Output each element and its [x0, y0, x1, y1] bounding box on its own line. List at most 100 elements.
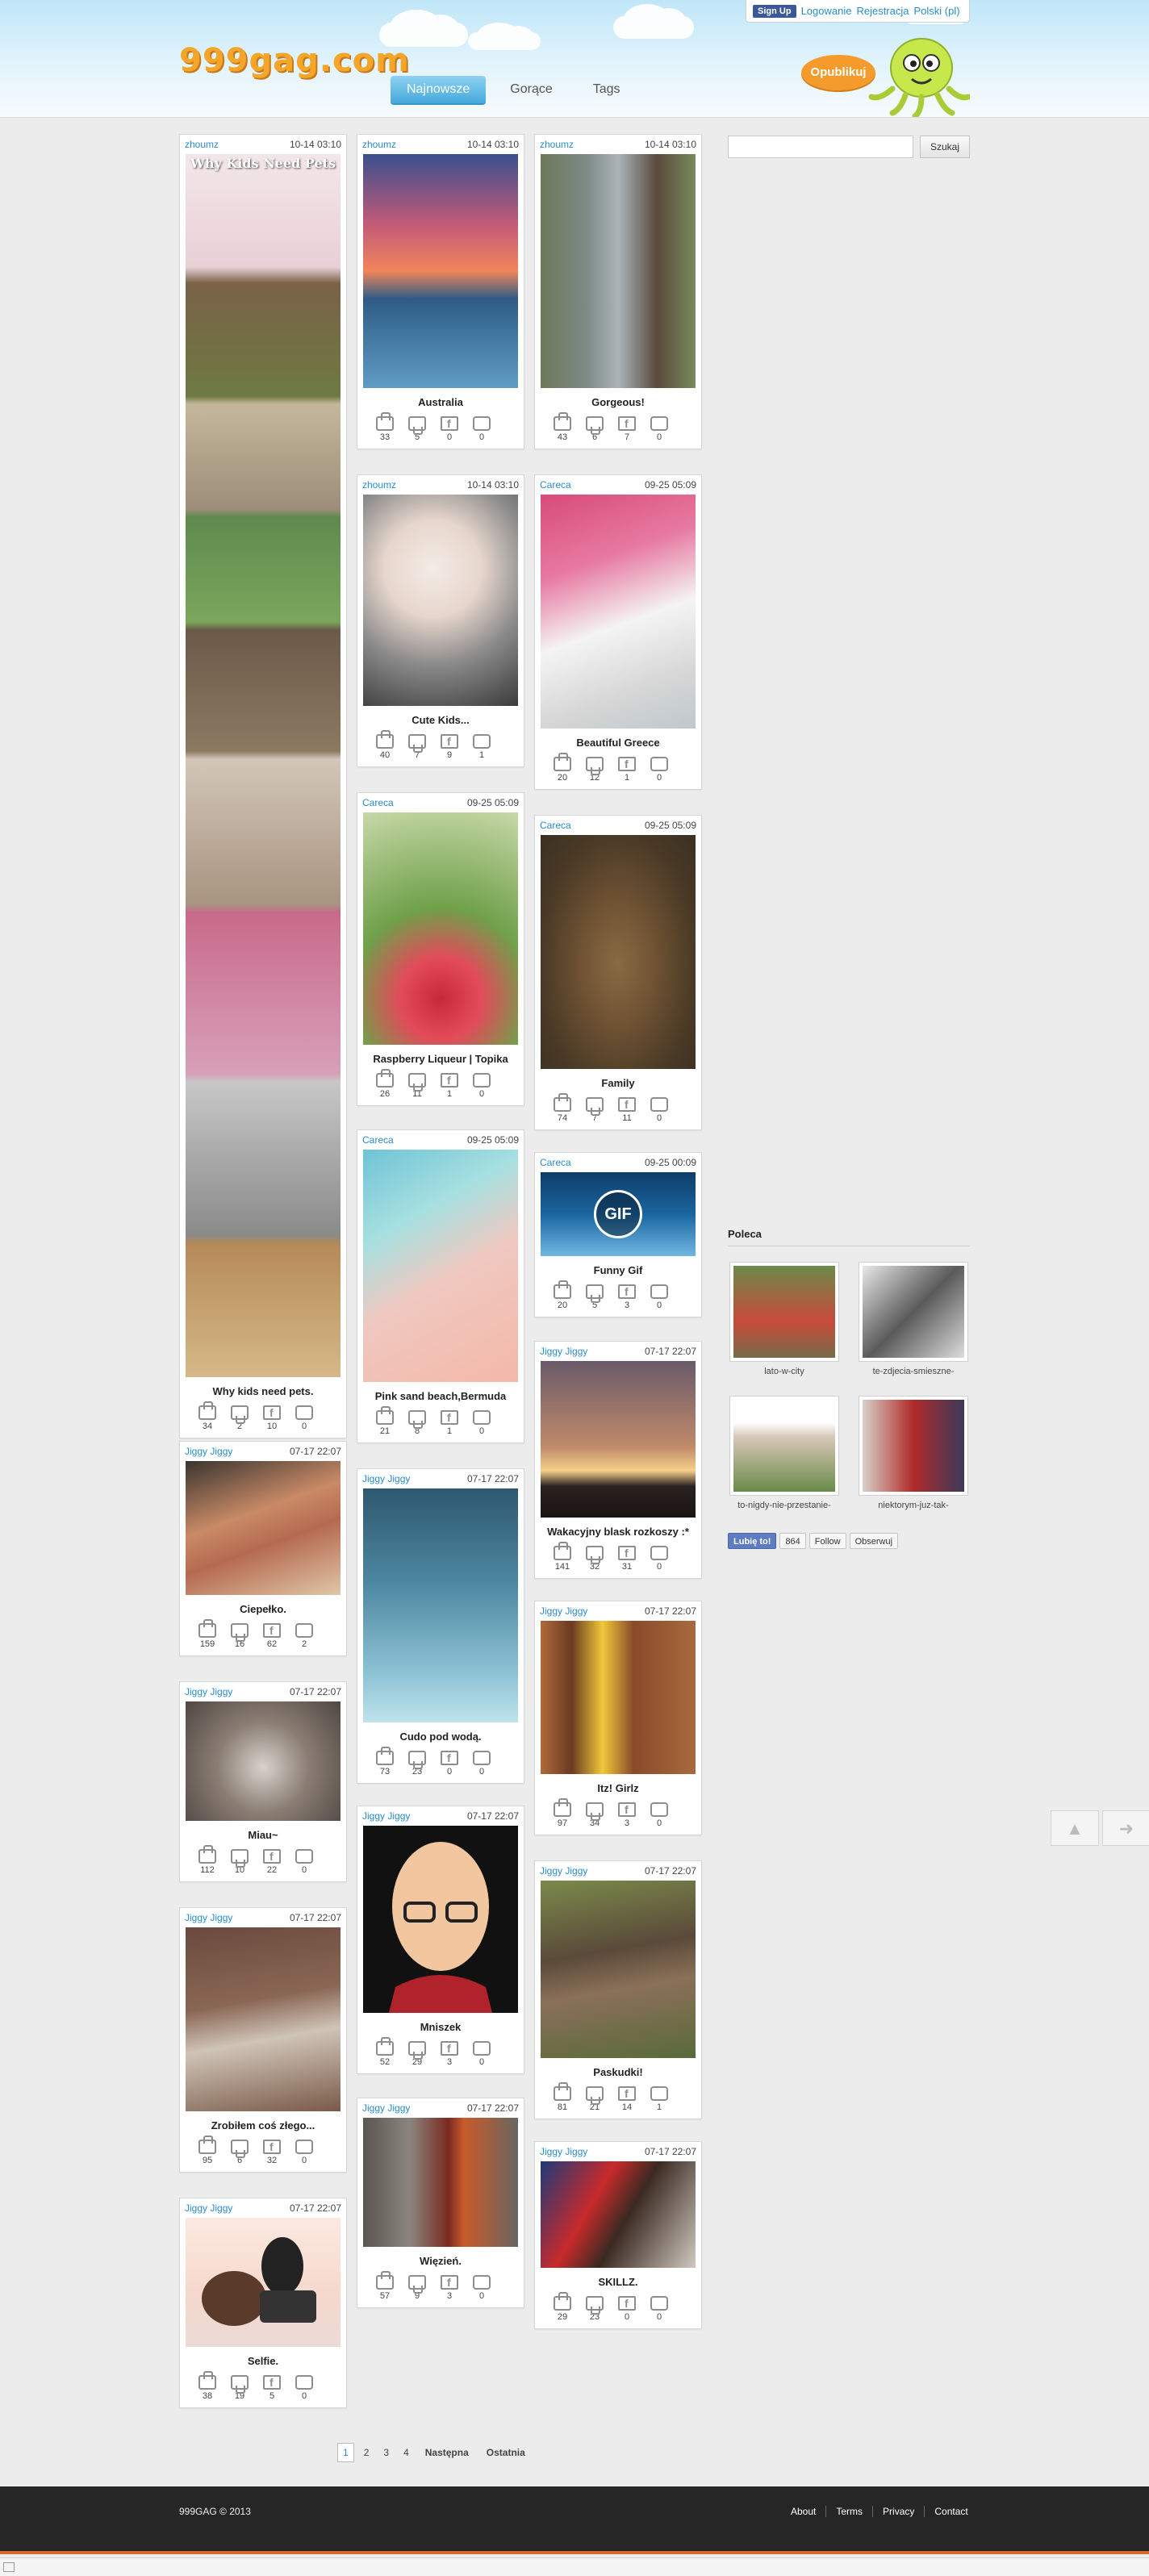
facebook-share[interactable]: 10 — [256, 1405, 288, 1431]
downvote[interactable]: 23 — [579, 2296, 611, 2322]
downvote[interactable]: 32 — [579, 1546, 611, 1572]
upvote[interactable]: 29 — [546, 2292, 579, 2322]
upvote[interactable]: 81 — [546, 2082, 579, 2112]
post-author[interactable]: Careca — [362, 797, 394, 808]
facebook-like-button[interactable]: Lubię to! — [728, 1533, 777, 1549]
upvote[interactable]: 21 — [369, 1406, 401, 1436]
post-image[interactable]: GIF — [541, 1172, 696, 1256]
post-author[interactable]: Jiggy Jiggy — [362, 2102, 410, 2114]
facebook-share[interactable]: 3 — [611, 1802, 643, 1828]
facebook-share[interactable]: 11 — [611, 1097, 643, 1123]
next-page-link[interactable]: Następna — [419, 2444, 475, 2461]
post-title[interactable]: Mniszek — [357, 2013, 524, 2040]
post-image[interactable] — [363, 2118, 518, 2247]
post-image[interactable] — [186, 1701, 341, 1821]
post-author[interactable]: zhoumz — [185, 139, 219, 150]
facebook-signup-button[interactable]: Sign Up — [753, 4, 796, 18]
post-title[interactable]: Why kids need pets. — [180, 1377, 346, 1404]
comments[interactable]: 0 — [288, 2140, 320, 2165]
upvote[interactable]: 52 — [369, 2037, 401, 2067]
comments[interactable]: 0 — [288, 2375, 320, 2401]
comments[interactable]: 0 — [288, 1405, 320, 1431]
post-author[interactable]: Jiggy Jiggy — [362, 1810, 410, 1822]
post-image[interactable] — [363, 1488, 518, 1722]
post-author[interactable]: zhoumz — [540, 139, 574, 150]
post-title[interactable]: Paskudki! — [535, 2058, 701, 2085]
upvote[interactable]: 57 — [369, 2271, 401, 2301]
downvote[interactable]: 9 — [401, 2275, 433, 2301]
post-image[interactable] — [363, 495, 518, 706]
upvote[interactable]: 38 — [191, 2371, 224, 2401]
post-image[interactable] — [541, 1621, 696, 1774]
downvote[interactable]: 5 — [579, 1284, 611, 1310]
footer-about-link[interactable]: About — [781, 2506, 825, 2517]
upvote[interactable]: 43 — [546, 412, 579, 442]
footer-privacy-link[interactable]: Privacy — [872, 2506, 924, 2517]
downvote[interactable]: 5 — [401, 416, 433, 442]
post-title[interactable]: Itz! Girlz — [535, 1774, 701, 1801]
google-plus-follow-button[interactable]: Obserwuj — [849, 1533, 899, 1549]
facebook-share[interactable]: 3 — [611, 1284, 643, 1310]
tab-hot[interactable]: Gorące — [494, 76, 568, 103]
post-image[interactable] — [186, 1461, 341, 1595]
comments[interactable]: 0 — [643, 1097, 675, 1123]
upvote[interactable]: 112 — [191, 1845, 224, 1875]
post-image[interactable] — [541, 495, 696, 729]
comments[interactable]: 0 — [643, 416, 675, 442]
post-image[interactable] — [363, 1150, 518, 1382]
comments[interactable]: 0 — [643, 1546, 675, 1572]
facebook-share[interactable]: 3 — [433, 2275, 466, 2301]
downvote[interactable]: 29 — [401, 2041, 433, 2067]
post-title[interactable]: Pink sand beach,Bermuda — [357, 1382, 524, 1409]
post-author[interactable]: Jiggy Jiggy — [185, 1912, 232, 1923]
downvote[interactable]: 12 — [579, 757, 611, 783]
upvote[interactable]: 74 — [546, 1093, 579, 1123]
post-author[interactable]: Careca — [540, 479, 571, 491]
downvote[interactable]: 7 — [401, 734, 433, 760]
post-author[interactable]: Jiggy Jiggy — [540, 1865, 587, 1877]
post-author[interactable]: Careca — [540, 1157, 571, 1168]
footer-terms-link[interactable]: Terms — [825, 2506, 872, 2517]
post-image[interactable] — [541, 835, 696, 1069]
twitter-follow-button[interactable]: Follow — [808, 1533, 846, 1549]
post-title[interactable]: Wakacyjny blask rozkoszy :* — [535, 1518, 701, 1544]
comments[interactable]: 0 — [288, 1849, 320, 1875]
search-button[interactable]: Szukaj — [920, 136, 970, 158]
recommended-item[interactable]: to-nigdy-nie-przestanie- — [729, 1396, 839, 1510]
downvote[interactable]: 10 — [224, 1849, 256, 1875]
post-author[interactable]: Jiggy Jiggy — [185, 1686, 232, 1697]
post-title[interactable]: Beautiful Greece — [535, 729, 701, 755]
post-image[interactable] — [363, 812, 518, 1045]
downvote[interactable]: 6 — [579, 416, 611, 442]
post-title[interactable]: Zrobiłem coś złego... — [180, 2111, 346, 2138]
language-link[interactable]: Polski (pl) — [913, 5, 959, 17]
facebook-share[interactable]: 14 — [611, 2086, 643, 2112]
comments[interactable]: 0 — [466, 1410, 498, 1436]
post-title[interactable]: Family — [535, 1069, 701, 1096]
upvote[interactable]: 34 — [191, 1401, 224, 1431]
post-author[interactable]: Jiggy Jiggy — [185, 1446, 232, 1457]
upvote[interactable]: 40 — [369, 730, 401, 760]
site-logo[interactable]: 999gag.com — [179, 42, 410, 79]
tab-newest[interactable]: Najnowsze — [391, 76, 487, 103]
upvote[interactable]: 73 — [369, 1747, 401, 1776]
post-author[interactable]: Jiggy Jiggy — [540, 1605, 587, 1617]
upvote[interactable]: 159 — [191, 1619, 224, 1649]
facebook-share[interactable]: 9 — [433, 734, 466, 760]
downvote[interactable]: 23 — [401, 1751, 433, 1776]
comments[interactable]: 0 — [466, 1073, 498, 1099]
facebook-share[interactable]: 1 — [433, 1073, 466, 1099]
downvote[interactable]: 34 — [579, 1802, 611, 1828]
post-author[interactable]: zhoumz — [362, 479, 396, 491]
post-author[interactable]: Jiggy Jiggy — [540, 2146, 587, 2157]
page-2[interactable]: 2 — [359, 2444, 374, 2461]
upvote[interactable]: 141 — [546, 1542, 579, 1572]
facebook-share[interactable]: 0 — [433, 416, 466, 442]
post-image[interactable] — [186, 1927, 341, 2111]
downvote[interactable]: 21 — [579, 2086, 611, 2112]
post-title[interactable]: Miau~ — [180, 1821, 346, 1847]
comments[interactable]: 0 — [643, 757, 675, 783]
search-input[interactable] — [728, 136, 913, 158]
downvote[interactable]: 11 — [401, 1073, 433, 1099]
last-page-link[interactable]: Ostatnia — [480, 2444, 532, 2461]
